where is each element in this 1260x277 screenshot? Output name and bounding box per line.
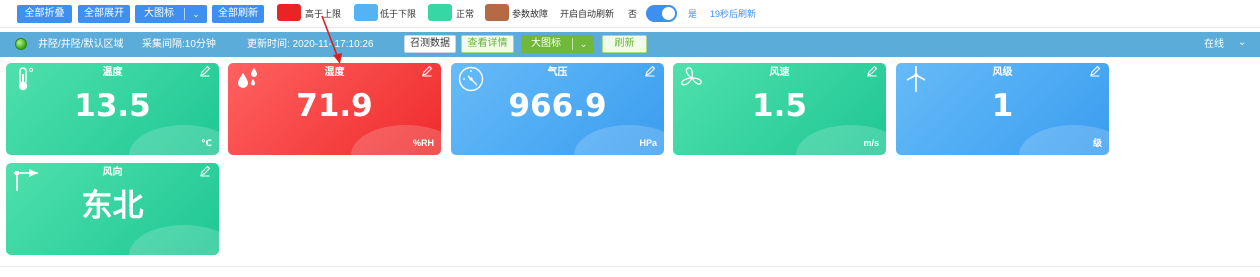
card-value: 1.5 (752, 88, 807, 124)
legend-label-normal: 正常 (456, 9, 475, 19)
card-title: 气压 (547, 67, 568, 78)
device-view-mode-dropdown[interactable]: 大图标 ⌄ (521, 35, 594, 53)
expand-all-button[interactable]: 全部展开 (78, 5, 130, 23)
device-view-mode-label: 大图标 (531, 38, 561, 49)
legend-swatch-above (277, 4, 301, 21)
chevron-down-icon[interactable]: ⌄ (1238, 37, 1246, 48)
card-value: 71.9 (296, 88, 373, 124)
card-value: 1 (991, 88, 1014, 124)
card-unit: %RH (412, 138, 434, 148)
auto-refresh-label: 开启自动刷新 (560, 9, 615, 19)
legend-label-below: 低于下限 (380, 9, 417, 19)
card-unit: 级 (1092, 138, 1102, 148)
card-unit: ℃ (201, 138, 212, 148)
divider (0, 266, 1260, 267)
card-title: 风速 (769, 67, 790, 78)
device-info-bar: 井陉/井陉/默认区域 采集间隔:10分钟 更新时间: 2020-11- 17:1… (0, 32, 1260, 57)
device-location: 井陉/井陉/默认区域 (38, 39, 124, 50)
auto-refresh-toggle[interactable] (646, 5, 677, 22)
sensor-card-humidity[interactable]: 湿度 71.9 %RH (228, 63, 441, 155)
auto-refresh-no-label: 否 (628, 9, 638, 19)
view-details-button[interactable]: 查看详情 (461, 35, 514, 53)
legend-label-fault: 参数故障 (512, 9, 549, 19)
device-refresh-button[interactable]: 刷新 (602, 35, 647, 53)
legend-swatch-fault (485, 4, 509, 21)
card-title: 风向 (102, 167, 123, 178)
toggle-knob (662, 7, 675, 20)
view-mode-label: 大图标 (144, 8, 174, 19)
chevron-down-icon[interactable]: ⌄ (575, 35, 592, 53)
chevron-down-icon[interactable]: ⌄ (187, 5, 205, 23)
update-time: 更新时间: 2020-11- 17:10:26 (247, 39, 374, 50)
sensor-card-temperature[interactable]: 温度 13.5 ℃ (6, 63, 219, 155)
online-status-icon (15, 38, 27, 50)
card-unit: m/s (863, 138, 879, 148)
card-value: 966.9 (508, 88, 607, 124)
legend-swatch-below (354, 4, 378, 21)
sensor-card-wind-direction[interactable]: 风向 东北 (6, 163, 219, 255)
sensor-card-wind-speed[interactable]: 风速 1.5 m/s (673, 63, 886, 155)
card-value: 东北 (81, 188, 144, 224)
sensor-card-pressure[interactable]: 气压 966.9 HPa (451, 63, 664, 155)
refresh-countdown: 19秒后刷新 (710, 9, 757, 19)
card-unit: HPa (639, 138, 657, 148)
divider (572, 38, 573, 50)
card-title: 风级 (992, 67, 1013, 78)
online-status-text: 在线 (1204, 39, 1224, 50)
card-value: 13.5 (74, 88, 151, 124)
card-title: 湿度 (324, 67, 345, 78)
divider (184, 8, 185, 20)
summon-data-button[interactable]: 召测数据 (404, 35, 456, 53)
collapse-all-button[interactable]: 全部折叠 (17, 5, 72, 23)
legend-swatch-normal (428, 4, 452, 21)
card-wave-decoration (129, 225, 219, 255)
sensor-card-wind-level[interactable]: 风级 1 级 (896, 63, 1109, 155)
toolbar: 全部折叠 全部展开 大图标 ⌄ 全部刷新 高于上限 低于下限 正常 参数故障 开… (0, 0, 1260, 28)
auto-refresh-yes-label: 是 (688, 9, 698, 19)
view-mode-dropdown[interactable]: 大图标 ⌄ (135, 5, 207, 23)
legend-label-above: 高于上限 (305, 9, 342, 19)
collect-interval: 采集间隔:10分钟 (142, 39, 216, 50)
refresh-all-button[interactable]: 全部刷新 (212, 5, 264, 23)
card-title: 温度 (102, 67, 123, 78)
